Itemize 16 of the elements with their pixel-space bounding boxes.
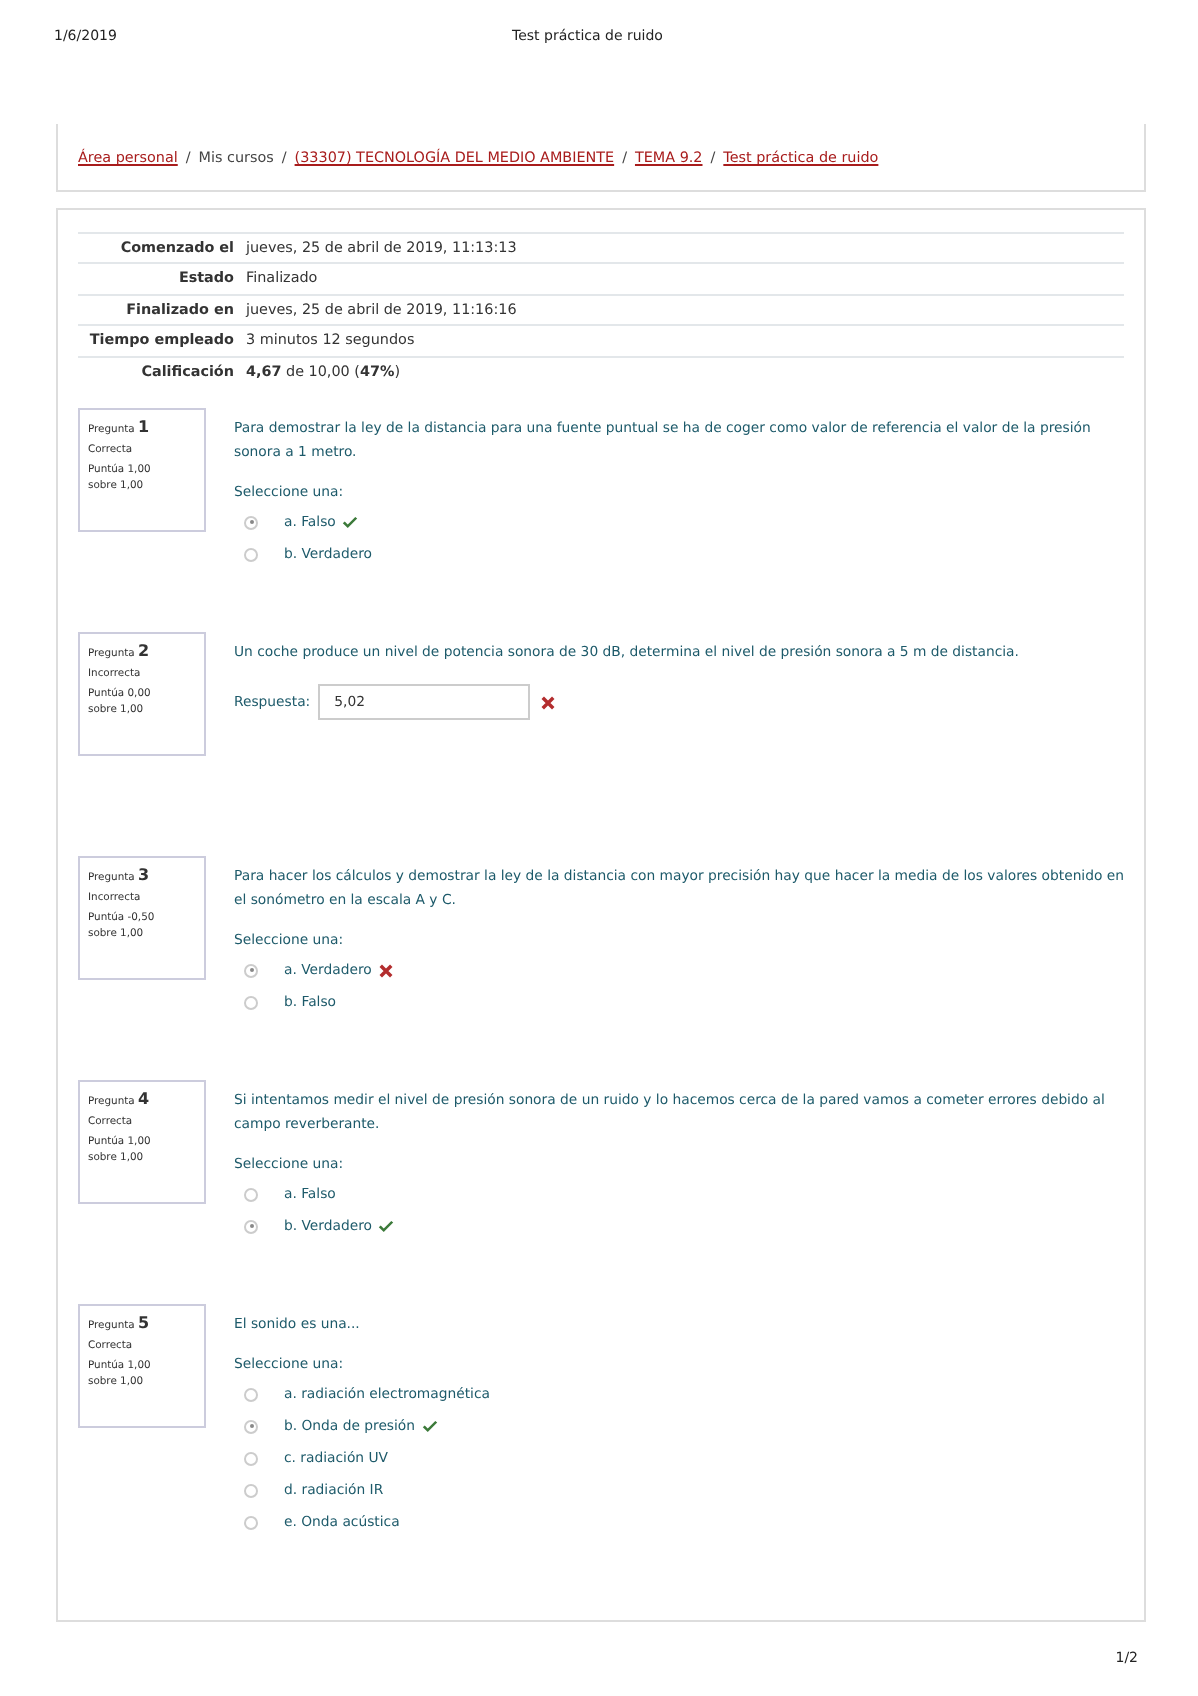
question-number: 4 [137,1090,150,1109]
radio-button[interactable] [244,547,258,562]
question-number: 5 [137,1314,150,1333]
radio-button[interactable] [244,1219,258,1234]
radio-button[interactable] [244,1387,258,1402]
radio-button[interactable] [244,995,258,1010]
question-number: 1 [137,418,150,437]
question-number: 2 [137,642,150,661]
question-number: 3 [137,866,150,885]
radio-button[interactable] [244,1515,258,1530]
radio-button[interactable] [244,1483,258,1498]
radio-button[interactable] [244,1419,258,1434]
radio-button[interactable] [244,515,258,530]
radio-button[interactable] [244,963,258,978]
radio-button[interactable] [244,1451,258,1466]
radio-button[interactable] [244,1187,258,1202]
